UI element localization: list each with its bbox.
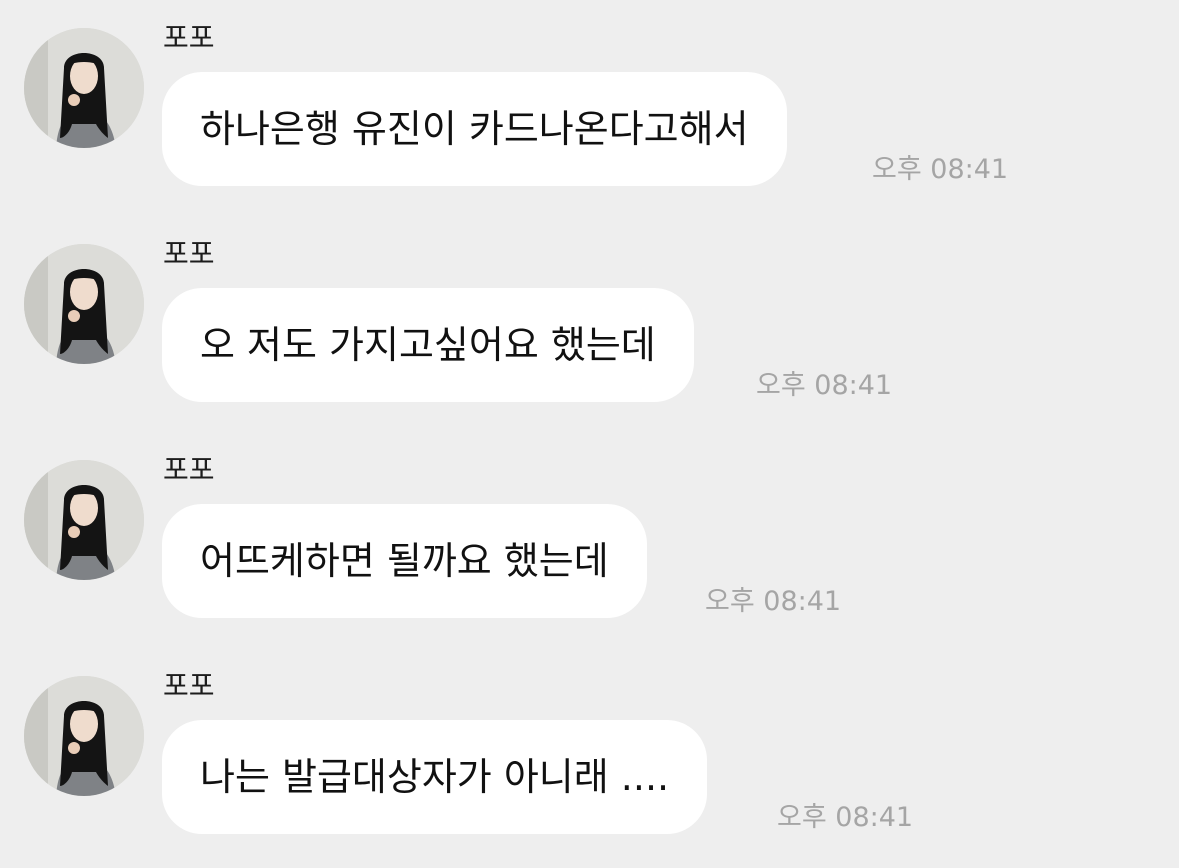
sender-name: 포포 bbox=[163, 669, 215, 702]
message-bubble[interactable]: 나는 발급대상자가 아니래 .... bbox=[162, 720, 708, 834]
message-bubble[interactable]: 어뜨케하면 될까요 했는데 bbox=[162, 504, 647, 618]
message-timestamp: 오후 08:41 bbox=[705, 586, 842, 617]
message-bubble[interactable]: 오 저도 가지고싶어요 했는데 bbox=[162, 288, 694, 402]
message-row: 포포 하나은행 유진이 카드나온다고해서 오후 08:41 bbox=[0, 0, 1179, 190]
chat-messages: 포포 하나은행 유진이 카드나온다고해서 오후 08:41 포포 오 저도 가지… bbox=[0, 0, 1179, 868]
message-timestamp: 오후 08:41 bbox=[756, 370, 893, 401]
sender-avatar[interactable] bbox=[24, 676, 144, 796]
message-row: 포포 나는 발급대상자가 아니래 .... 오후 08:41 bbox=[0, 648, 1179, 838]
message-timestamp: 오후 08:41 bbox=[777, 802, 914, 833]
sender-avatar[interactable] bbox=[24, 460, 144, 580]
message-timestamp: 오후 08:41 bbox=[872, 154, 1009, 185]
profile-photo-icon bbox=[24, 28, 144, 148]
message-bubble[interactable]: 하나은행 유진이 카드나온다고해서 bbox=[162, 72, 787, 186]
profile-photo-icon bbox=[24, 676, 144, 796]
sender-avatar[interactable] bbox=[24, 244, 144, 364]
sender-avatar[interactable] bbox=[24, 28, 144, 148]
sender-name: 포포 bbox=[163, 21, 215, 54]
sender-name: 포포 bbox=[163, 453, 215, 486]
message-row: 포포 오 저도 가지고싶어요 했는데 오후 08:41 bbox=[0, 216, 1179, 406]
sender-name: 포포 bbox=[163, 237, 215, 270]
profile-photo-icon bbox=[24, 244, 144, 364]
profile-photo-icon bbox=[24, 460, 144, 580]
message-row: 포포 어뜨케하면 될까요 했는데 오후 08:41 bbox=[0, 432, 1179, 622]
